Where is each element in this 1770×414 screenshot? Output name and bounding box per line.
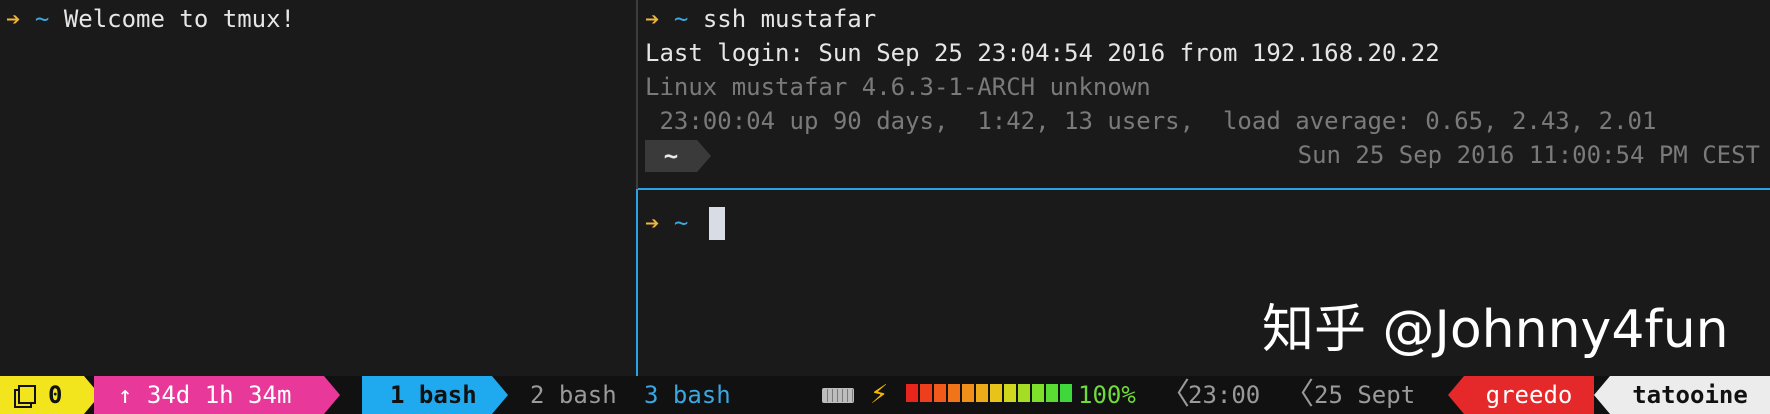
powerline-arrow-left-icon [1448,376,1464,414]
powerline-arrow-icon [697,140,711,172]
separator-chevron-icon: 〈 [1160,377,1190,412]
prompt-cwd: ~ [673,5,689,33]
battery-cell [1046,384,1058,402]
clock-time: 23:00 [1188,381,1261,409]
uptime-line: 23:00:04 up 90 days, 1:42, 13 users, loa… [645,107,1657,135]
hostname-segment: tatooine [1610,376,1770,414]
battery-cell [976,384,988,402]
powerline-arrow-icon [492,376,508,414]
pane-divider-horizontal[interactable] [638,188,1770,190]
left-pane-welcome-line: ➔ ~ Welcome to tmux! [6,2,295,36]
battery-cell [962,384,974,402]
username-segment: greedo [1464,376,1594,414]
battery-cell [906,384,918,402]
uptime-indicator: ↑ 34d 1h 34m [94,376,324,414]
separator-chevron-icon: 〈 [1284,377,1314,412]
ssh-command: ssh mustafar [702,5,877,33]
keyboard-icon [822,388,854,403]
last-login-line: Last login: Sun Sep 25 23:04:54 2016 fro… [645,39,1440,67]
top-pane-command-line: ➔ ~ ssh mustafar [645,2,876,36]
remote-prompt-cwd: ~ [645,140,697,172]
battery-cell [920,384,932,402]
prompt-cwd: ~ [673,209,689,237]
window-tab-1[interactable]: 1 bash [362,376,492,414]
terminal-cursor [709,207,725,240]
prompt-arrow-icon: ➔ [645,5,660,33]
battery-cell [934,384,946,402]
active-pane-border-vertical [636,189,638,376]
battery-cell [1060,384,1072,402]
battery-cell [990,384,1002,402]
powerline-arrow-icon [324,376,340,414]
battery-cell [1004,384,1016,402]
uname-line: Linux mustafar 4.6.3-1-ARCH unknown [645,73,1151,101]
clock-date: 25 Sept [1314,381,1416,409]
session-indicator[interactable]: 0 [0,376,84,414]
window-tab-2[interactable]: 2 bash [530,376,617,414]
prompt-arrow-icon: ➔ [6,5,21,33]
battery-cell [1018,384,1030,402]
prompt-cwd: ~ [34,5,50,33]
prompt-arrow-icon: ➔ [645,209,660,237]
session-name: 0 [48,381,63,409]
charging-bolt-icon: ⚡ [870,380,889,410]
watermark: 知乎 @Johnny4fun [1262,300,1729,360]
bottom-pane-prompt[interactable]: ➔ ~ [645,206,688,240]
battery-cell [948,384,960,402]
powerline-arrow-left-icon [1594,376,1610,414]
battery-cell [1032,384,1044,402]
window-tab-3[interactable]: 3 bash [644,376,731,414]
battery-percent: 100% [1078,381,1136,409]
remote-datetime: Sun 25 Sep 2016 11:00:54 PM CEST [1297,141,1760,169]
welcome-message: Welcome to tmux! [63,5,295,33]
session-windows-icon [18,385,36,404]
